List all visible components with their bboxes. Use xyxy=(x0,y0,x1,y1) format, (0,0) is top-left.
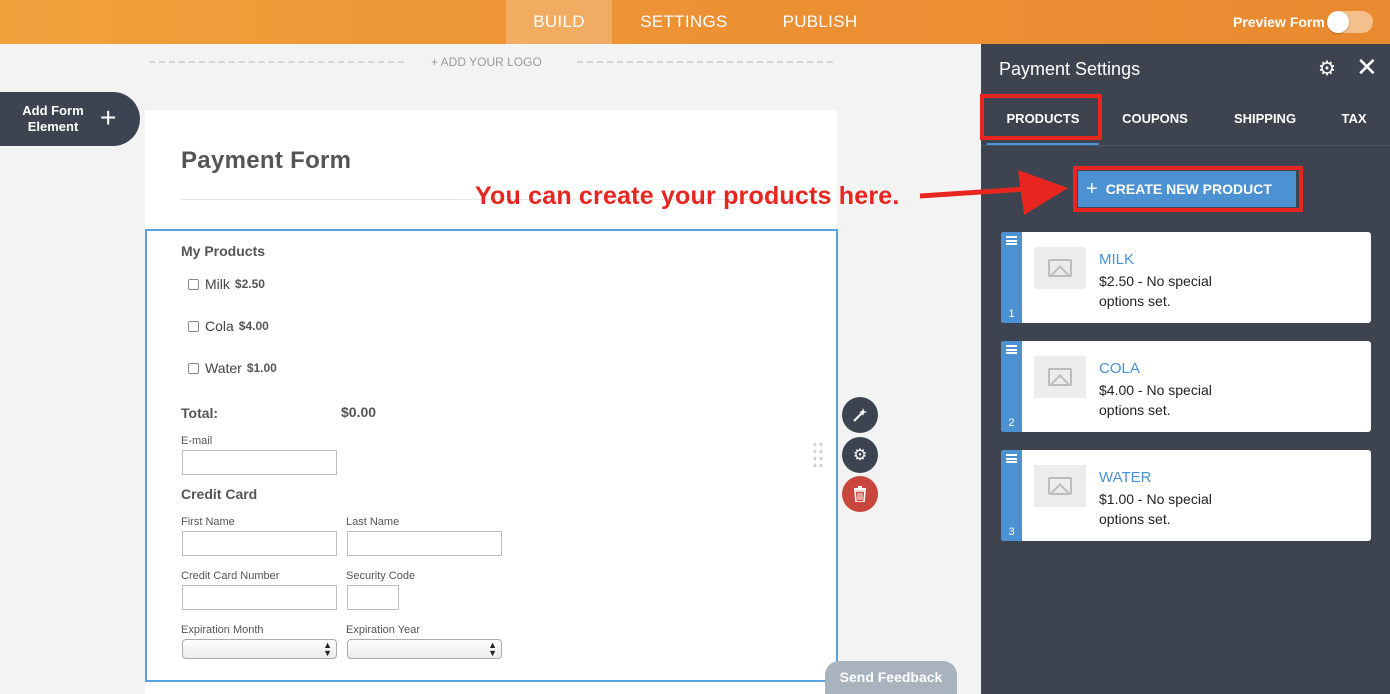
element-settings-button[interactable]: ⚙ xyxy=(842,437,878,473)
product-name: WATER xyxy=(1099,469,1152,486)
image-placeholder-icon[interactable] xyxy=(1034,356,1086,398)
product-price: $4.00 xyxy=(238,319,269,333)
top-bar: BUILD SETTINGS PUBLISH Preview Form xyxy=(0,0,1390,44)
last-name-field[interactable] xyxy=(347,531,502,556)
panel-title: Payment Settings xyxy=(999,59,1141,79)
close-icon[interactable]: ✕ xyxy=(1356,54,1378,80)
tab-settings[interactable]: SETTINGS xyxy=(622,0,746,44)
logo-divider-right xyxy=(577,61,833,63)
security-code-field[interactable] xyxy=(347,585,399,610)
logo-divider-left xyxy=(149,61,404,63)
exp-year-select[interactable]: ▲ ▼ xyxy=(347,639,502,659)
exp-year-label: Expiration Year xyxy=(346,624,420,636)
send-feedback-button[interactable]: Send Feedback xyxy=(825,661,957,694)
drag-handle[interactable]: 1 xyxy=(1001,232,1022,323)
email-label: E-mail xyxy=(181,435,213,447)
drag-handle[interactable]: 3 xyxy=(1001,450,1022,541)
image-placeholder-icon[interactable] xyxy=(1034,247,1086,289)
preview-form-label: Preview Form xyxy=(1233,14,1325,30)
exp-month-label: Expiration Month xyxy=(181,624,264,636)
gear-icon: ⚙ xyxy=(852,447,868,464)
product-index: 1 xyxy=(1008,308,1015,320)
card-number-field[interactable] xyxy=(182,585,337,610)
product-card-water[interactable]: 3 WATER $1.00 - No special options set. xyxy=(1001,450,1371,541)
product-description: $1.00 - No special options set. xyxy=(1099,491,1212,527)
add-form-element-button[interactable]: Add Form Element + xyxy=(0,92,140,146)
first-name-field[interactable] xyxy=(182,531,337,556)
annotation-arrow-icon xyxy=(919,170,1068,215)
credit-card-label: Credit Card xyxy=(181,486,258,502)
card-number-label: Credit Card Number xyxy=(181,570,280,582)
hamburger-icon xyxy=(1006,236,1017,245)
drag-handle[interactable]: 2 xyxy=(1001,341,1022,432)
product-description: $2.50 - No special options set. xyxy=(1099,273,1212,309)
exp-month-select[interactable]: ▲ ▼ xyxy=(182,639,337,659)
hamburger-icon xyxy=(1006,454,1017,463)
product-name: Cola xyxy=(205,318,234,334)
select-arrows-icon: ▲ ▼ xyxy=(488,640,497,658)
delete-element-button[interactable] xyxy=(842,476,878,512)
product-name: Milk xyxy=(205,276,230,292)
water-checkbox[interactable] xyxy=(188,362,199,374)
tab-build[interactable]: BUILD xyxy=(506,0,612,44)
product-name: MILK xyxy=(1099,251,1135,268)
milk-checkbox[interactable] xyxy=(188,278,199,290)
email-field[interactable] xyxy=(182,450,337,475)
magic-wand-icon xyxy=(853,408,867,422)
total-value: $0.00 xyxy=(341,404,377,420)
drag-handle[interactable] xyxy=(812,441,824,471)
toggle-knob xyxy=(1327,11,1349,33)
trash-icon xyxy=(854,486,866,502)
select-arrows-icon: ▲ ▼ xyxy=(323,640,332,658)
image-placeholder-icon[interactable] xyxy=(1034,465,1086,507)
tab-shipping[interactable]: SHIPPING xyxy=(1217,104,1313,146)
product-name: COLA xyxy=(1099,360,1140,377)
highlight-products-tab xyxy=(980,94,1102,140)
product-index: 3 xyxy=(1008,526,1015,538)
product-card-cola[interactable]: 2 COLA $4.00 - No special options set. xyxy=(1001,341,1371,432)
plus-icon: + xyxy=(100,102,117,133)
form-title[interactable]: Payment Form xyxy=(181,147,351,175)
products-label: My Products xyxy=(181,243,266,259)
cola-checkbox[interactable] xyxy=(188,320,199,332)
product-price: $1.00 xyxy=(246,361,277,375)
last-name-label: Last Name xyxy=(346,516,400,528)
product-option-water[interactable]: Water $1.00 xyxy=(188,358,277,378)
product-card-milk[interactable]: 1 MILK $2.50 - No special options set. xyxy=(1001,232,1371,323)
product-index: 2 xyxy=(1008,417,1015,429)
hamburger-icon xyxy=(1006,345,1017,354)
first-name-label: First Name xyxy=(181,516,235,528)
highlight-create-button xyxy=(1073,166,1303,212)
product-option-cola[interactable]: Cola $4.00 xyxy=(188,316,269,336)
magic-wand-button[interactable] xyxy=(842,397,878,433)
annotation-text: You can create your products here. xyxy=(475,182,900,210)
add-form-element-label: Add Form Element xyxy=(22,103,84,134)
add-logo-link[interactable]: + ADD YOUR LOGO xyxy=(431,55,542,69)
product-price: $2.50 xyxy=(234,277,265,291)
tabs-divider xyxy=(981,145,1390,146)
product-name: Water xyxy=(205,360,242,376)
gear-icon[interactable]: ⚙ xyxy=(1318,56,1336,81)
tab-tax[interactable]: TAX xyxy=(1327,104,1381,146)
security-code-label: Security Code xyxy=(346,570,416,582)
total-label: Total: xyxy=(181,405,219,421)
product-option-milk[interactable]: Milk $2.50 xyxy=(188,274,265,294)
tab-publish[interactable]: PUBLISH xyxy=(764,0,876,44)
product-description: $4.00 - No special options set. xyxy=(1099,382,1212,418)
tab-coupons[interactable]: COUPONS xyxy=(1103,104,1207,146)
preview-form-toggle[interactable] xyxy=(1327,11,1373,33)
